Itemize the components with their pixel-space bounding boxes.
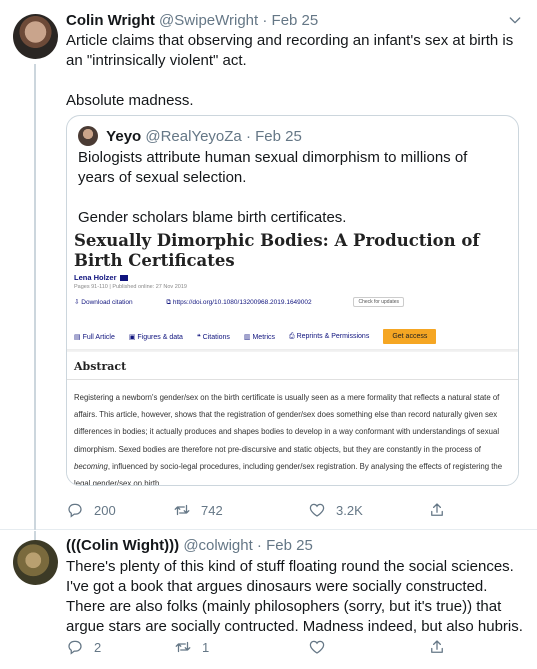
author-handle[interactable]: @SwipeWright xyxy=(159,12,258,29)
download-citation-link: ⇩ Download citation xyxy=(74,299,133,306)
quoted-tweet-header: Yeyo @RealYeyoZa · Feb 25 xyxy=(78,126,302,147)
quoted-author-name: Yeyo xyxy=(106,128,142,145)
author-name[interactable]: Colin Wright xyxy=(66,12,155,29)
quoted-avatar xyxy=(78,126,98,146)
quoted-author-handle: @RealYeyoZa xyxy=(145,128,242,145)
article-meta: Pages 91-110 | Published online: 27 Nov … xyxy=(74,284,187,290)
share-button[interactable] xyxy=(428,638,456,656)
article-title: Sexually Dimorphic Bodies: A Production … xyxy=(74,231,480,270)
reply-icon xyxy=(68,640,82,655)
quoted-text-line: Gender scholars blame birth certificates… xyxy=(78,209,347,226)
article-tab-citations: ❝ Citations xyxy=(196,333,230,341)
article-tab-figures: ▣ Figures & data xyxy=(128,333,183,341)
tweet-header: (((Colin Wight))) @colwight · Feb 25 xyxy=(66,536,313,556)
quoted-text-line: Biologists attribute human sexual dimorp… xyxy=(78,149,468,186)
tweet-text: There's plenty of this kind of stuff flo… xyxy=(66,558,523,635)
divider xyxy=(67,379,518,380)
check-updates-badge: Check for updates xyxy=(353,297,405,307)
reply-button[interactable]: 200 xyxy=(66,501,116,519)
article-tab-reprints: ⎙ Reprints & Permissions xyxy=(289,332,370,340)
mail-icon xyxy=(119,275,128,281)
share-icon xyxy=(431,640,443,653)
reply-icon xyxy=(68,503,82,518)
avatar[interactable] xyxy=(13,14,58,59)
retweet-button[interactable]: 1 xyxy=(174,638,209,656)
like-icon xyxy=(309,640,325,654)
retweet-button[interactable]: 742 xyxy=(173,501,223,519)
like-button[interactable]: 3.2K xyxy=(308,501,363,519)
reply-count: 2 xyxy=(94,639,102,655)
article-screenshot: Sexually Dimorphic Bodies: A Production … xyxy=(67,229,518,485)
reply-count: 200 xyxy=(94,502,116,518)
article-links: ⇩ Download citation ⧉ https://doi.org/10… xyxy=(74,297,420,307)
tweet-text-line: Article claims that observing and record… xyxy=(66,32,514,69)
separator: · xyxy=(262,12,268,29)
author-name[interactable]: (((Colin Wight))) xyxy=(66,537,179,554)
quoted-tweet[interactable]: Yeyo @RealYeyoZa · Feb 25 Biologists att… xyxy=(66,115,519,486)
abstract-heading: Abstract xyxy=(74,360,127,373)
share-button[interactable] xyxy=(428,501,456,519)
tweet[interactable]: (((Colin Wight))) @colwight · Feb 25 The… xyxy=(0,531,537,669)
article-author: Lena Holzer xyxy=(74,273,128,282)
tweet-date[interactable]: Feb 25 xyxy=(266,537,313,554)
article-tabs: ▤ Full Article ▣ Figures & data ❝ Citati… xyxy=(74,329,437,344)
like-button[interactable] xyxy=(308,638,336,656)
avatar[interactable] xyxy=(13,540,58,585)
article-author-name: Lena Holzer xyxy=(74,273,117,282)
retweet-count: 742 xyxy=(201,502,223,518)
like-icon xyxy=(309,503,325,517)
tweet-text-line: Absolute madness. xyxy=(66,92,194,109)
article-tab-metrics: ▥ Metrics xyxy=(243,333,276,341)
article-tab-full-article: ▤ Full Article xyxy=(74,333,115,341)
tweet-header: Colin Wright @SwipeWright · Feb 25 xyxy=(66,11,318,31)
thread-line xyxy=(34,64,36,530)
doi-link: ⧉ https://doi.org/10.1080/13200968.2019.… xyxy=(166,299,312,306)
divider xyxy=(67,349,518,352)
retweet-count: 1 xyxy=(202,639,210,655)
author-handle[interactable]: @colwight xyxy=(183,537,252,554)
abstract-text: Registering a newborn's gender/sex on th… xyxy=(74,393,503,486)
retweet-icon xyxy=(174,504,190,516)
tweet-date[interactable]: Feb 25 xyxy=(272,12,319,29)
like-count: 3.2K xyxy=(336,502,363,518)
get-access-button: Get access xyxy=(383,329,437,344)
chevron-down-icon[interactable] xyxy=(507,12,523,28)
quoted-tweet-text: Biologists attribute human sexual dimorp… xyxy=(78,148,508,228)
quoted-date: Feb 25 xyxy=(255,128,302,145)
separator: · xyxy=(245,128,251,145)
tweet[interactable]: Colin Wright @SwipeWright · Feb 25 Artic… xyxy=(0,0,537,530)
retweet-icon xyxy=(175,641,191,653)
share-icon xyxy=(431,503,443,516)
tweet-text: Article claims that observing and record… xyxy=(66,31,521,111)
reply-button[interactable]: 2 xyxy=(66,638,101,656)
separator: · xyxy=(256,537,262,554)
